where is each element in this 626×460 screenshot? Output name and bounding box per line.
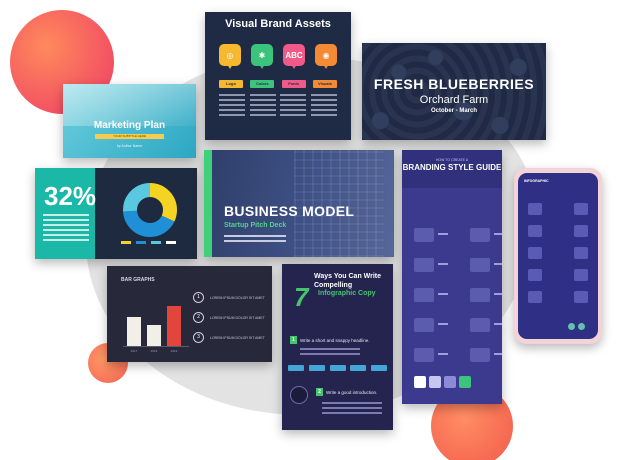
brand-assets-template[interactable]: Visual Brand Assets ◎ ✱ ABC ◉ Logo Colors Fon… bbox=[205, 12, 351, 140]
bar-graph-title: BAR GRAPHS bbox=[121, 277, 155, 283]
brand-tag-row: Logo Colors Fonts Visuals bbox=[219, 80, 337, 88]
blueberries-template[interactable]: FRESH BLUEBERRIES Orchard Farm October -… bbox=[362, 43, 546, 140]
text-lines bbox=[224, 235, 286, 245]
x-axis bbox=[123, 346, 189, 347]
guide-icon-row bbox=[414, 348, 502, 362]
item-text: LOREM IPSUM DOLOR SIT AMET bbox=[210, 335, 265, 340]
guide-icon-row bbox=[414, 258, 502, 272]
color-swatch bbox=[444, 376, 456, 388]
text-lines bbox=[43, 214, 89, 244]
phone-icon-row bbox=[528, 203, 588, 215]
color-swatches bbox=[414, 376, 471, 388]
text-lines bbox=[300, 348, 360, 358]
legend-swatch bbox=[136, 241, 146, 244]
style-guide-template[interactable]: HOW TO CREATE A BRANDING STYLE GUIDE bbox=[402, 150, 502, 404]
phone-mockup[interactable]: INFOGRAPHIC bbox=[514, 168, 602, 344]
color-swatch bbox=[414, 376, 426, 388]
bar-graph-item: 2 LOREM IPSUM DOLOR SIT AMET bbox=[193, 312, 265, 323]
lightbulb-icon bbox=[290, 386, 308, 404]
statistic-template[interactable]: 32% bbox=[35, 168, 197, 259]
infographic-copy-template[interactable]: Ways You Can Write Compelling 7 Infograp… bbox=[282, 264, 393, 430]
phone-icon-row bbox=[528, 291, 588, 303]
text-lines bbox=[219, 94, 245, 119]
guide-icon-row bbox=[414, 228, 502, 242]
brand-icon-row: ◎ ✱ ABC ◉ bbox=[219, 44, 337, 70]
text-lines bbox=[322, 402, 382, 417]
text-lines bbox=[249, 94, 276, 119]
guide-icon-row bbox=[414, 288, 502, 302]
infographic-title: Ways You Can Write Compelling bbox=[314, 273, 382, 289]
blueberries-subtitle: Orchard Farm bbox=[419, 94, 489, 106]
business-model-template[interactable]: BUSINESS MODEL Startup Pitch Deck bbox=[204, 150, 394, 257]
phone-icon-row bbox=[528, 247, 588, 259]
bar-2019 bbox=[167, 305, 181, 346]
business-model-subtitle: Startup Pitch Deck bbox=[224, 222, 287, 229]
step-text: Write a good introduction. bbox=[326, 389, 378, 395]
guide-title: BRANDING STYLE GUIDE bbox=[402, 163, 502, 172]
fonts-icon: ABC bbox=[283, 44, 305, 70]
text-lines bbox=[310, 94, 337, 119]
marketing-plan-author: by Author Name bbox=[116, 144, 143, 148]
legend-swatch bbox=[151, 241, 161, 244]
phone-icon-row bbox=[528, 225, 588, 237]
blueberries-title: FRESH BLUEBERRIES bbox=[373, 76, 535, 92]
marketing-plan-title: Marketing Plan bbox=[93, 120, 166, 131]
brand-tag: Colors bbox=[250, 80, 275, 88]
step-number: 2 bbox=[316, 388, 323, 396]
camera-icon: ◉ bbox=[315, 44, 337, 70]
statistic-value: 32% bbox=[44, 181, 97, 211]
logo-icon: ◎ bbox=[219, 44, 241, 70]
bar-2017 bbox=[127, 317, 141, 346]
donut-legend bbox=[121, 241, 176, 244]
brand-tag: Logo bbox=[219, 80, 243, 88]
item-text: LOREM IPSUM DOLOR SIT AMET bbox=[210, 315, 265, 320]
color-swatch bbox=[459, 376, 471, 388]
item-number: 1 bbox=[193, 292, 204, 303]
step-text: Write a short and snappy headline. bbox=[300, 337, 370, 343]
guide-icon-row bbox=[414, 318, 502, 332]
business-model-title: BUSINESS MODEL bbox=[224, 203, 355, 219]
flow-diagram bbox=[288, 365, 387, 371]
step-number: 1 bbox=[290, 336, 297, 344]
infographic-highlight: Infographic Copy bbox=[318, 290, 376, 297]
infographic-step-2: 2 Write a good introduction. bbox=[316, 388, 377, 396]
phone-icon-row bbox=[528, 269, 588, 281]
phone-dots bbox=[568, 323, 585, 330]
infographic-step-1: 1 Write a short and snappy headline. bbox=[290, 336, 369, 344]
colors-icon: ✱ bbox=[251, 44, 273, 70]
item-text: LOREM IPSUM DOLOR SIT AMET bbox=[210, 295, 265, 300]
legend-swatch bbox=[166, 241, 176, 244]
phone-header: INFOGRAPHIC bbox=[524, 179, 549, 183]
color-swatch bbox=[429, 376, 441, 388]
bar-label: 2017 bbox=[130, 349, 138, 353]
brand-assets-title: Visual Brand Assets bbox=[225, 18, 331, 30]
brand-tag: Fonts bbox=[281, 80, 306, 88]
marketing-plan-subtitle: YOUR SUBTITLE HERE bbox=[95, 134, 164, 139]
infographic-number: 7 bbox=[294, 282, 309, 312]
bar-graph-item: 1 LOREM IPSUM DOLOR SIT AMET bbox=[193, 292, 265, 303]
item-number: 2 bbox=[193, 312, 204, 323]
marketing-plan-template[interactable]: Marketing Plan YOUR SUBTITLE HERE by Aut… bbox=[63, 84, 196, 158]
guide-kicker: HOW TO CREATE A bbox=[435, 158, 469, 162]
bar-label: 2019 bbox=[170, 349, 178, 353]
item-number: 3 bbox=[193, 332, 204, 343]
bar-2018 bbox=[147, 324, 161, 346]
donut-chart bbox=[123, 183, 177, 237]
blueberries-season: October - March bbox=[430, 108, 477, 114]
legend-swatch bbox=[121, 241, 131, 244]
brand-tag: Visuals bbox=[312, 80, 337, 88]
brand-text-columns bbox=[219, 94, 337, 119]
bar-label: 2018 bbox=[150, 349, 158, 353]
bar-graph-template[interactable]: BAR GRAPHS 2017 2018 2019 1 LOREM IPSUM DOL… bbox=[107, 266, 272, 362]
phone-screen: INFOGRAPHIC bbox=[518, 173, 598, 339]
accent-bar bbox=[204, 150, 212, 257]
bar-graph-item: 3 LOREM IPSUM DOLOR SIT AMET bbox=[193, 332, 265, 343]
text-lines bbox=[280, 94, 307, 119]
